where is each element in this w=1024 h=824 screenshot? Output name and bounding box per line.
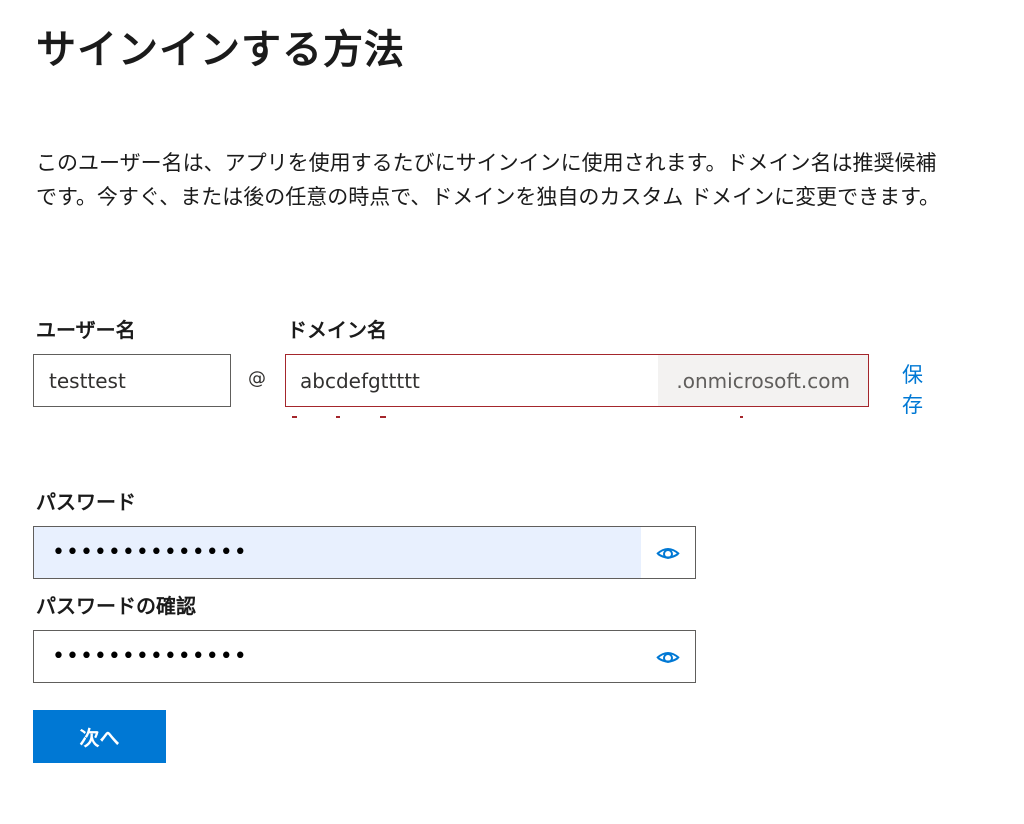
eye-icon[interactable] <box>641 631 695 682</box>
domain-value: abcdefgttttt <box>300 368 420 393</box>
password-field[interactable]: •••••••••••••• <box>33 526 696 579</box>
page-description: このユーザー名は、アプリを使用するたびにサインインに使用されます。ドメイン名は推… <box>36 151 941 209</box>
username-field[interactable]: testtest <box>33 354 231 407</box>
at-sign: @ <box>248 368 266 389</box>
password-value: •••••••••••••• <box>34 527 641 578</box>
save-link[interactable]: 保存 <box>902 360 926 420</box>
domain-field[interactable]: abcdefgttttt .onmicrosoft.com <box>285 354 869 407</box>
password-label: パスワード <box>36 490 136 514</box>
username-value: testtest <box>49 368 126 393</box>
domain-suffix: .onmicrosoft.com <box>658 355 868 406</box>
next-button[interactable]: 次へ <box>33 710 166 763</box>
confirm-password-label: パスワードの確認 <box>36 594 196 618</box>
domain-error-indicator <box>288 416 748 422</box>
domain-label: ドメイン名 <box>287 318 387 342</box>
page-title: サインインする方法 <box>36 27 405 73</box>
username-label: ユーザー名 <box>36 318 136 342</box>
eye-icon[interactable] <box>641 527 695 578</box>
confirm-password-field[interactable]: •••••••••••••• <box>33 630 696 683</box>
confirm-password-value: •••••••••••••• <box>52 644 248 669</box>
